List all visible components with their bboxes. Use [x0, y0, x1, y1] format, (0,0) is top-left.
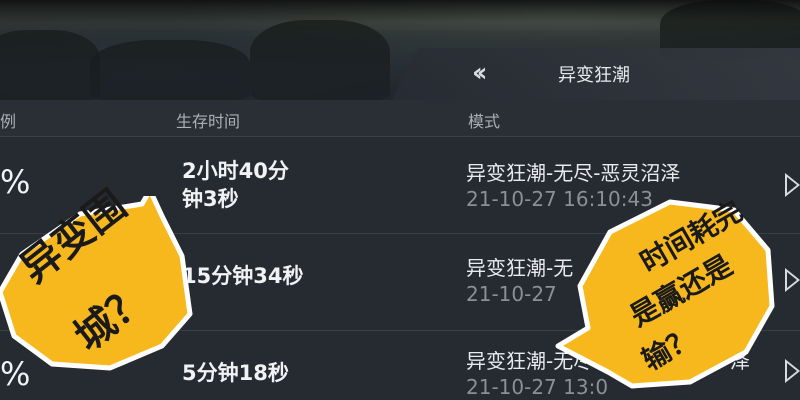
banner-shade: [0, 0, 800, 22]
play-triangle-icon[interactable]: [785, 173, 800, 197]
left-speech-bubble: 异变围 城？: [0, 182, 204, 376]
table-header: 例 生存时间 模式: [0, 100, 800, 137]
play-triangle-icon[interactable]: [785, 359, 800, 383]
right-speech-bubble: 时间耗完 是赢还是 输？: [550, 194, 782, 396]
timestamp-cell: 21-10-27: [466, 282, 557, 306]
match-history-screen: ‹‹ 异变狂潮 例 生存时间 模式 % 2小时40分 钟3秒 异变狂潮-无尽-恶…: [0, 0, 800, 400]
mode-cell: 异变狂潮-无尽-恶灵沼泽: [466, 161, 681, 185]
header-mode: 模式: [468, 112, 501, 131]
play-triangle-icon[interactable]: [785, 268, 800, 292]
header-ratio: 例: [0, 112, 17, 131]
scenic-banner: ‹‹ 异变狂潮: [0, 0, 800, 100]
double-chevron-left-icon[interactable]: ‹‹: [472, 58, 488, 88]
mode-tab[interactable]: ‹‹ 异变狂潮: [392, 48, 800, 100]
header-survival-time: 生存时间: [176, 112, 241, 131]
duration-line1: 2小时40分: [182, 159, 289, 183]
mode-tab-title: 异变狂潮: [558, 65, 630, 86]
